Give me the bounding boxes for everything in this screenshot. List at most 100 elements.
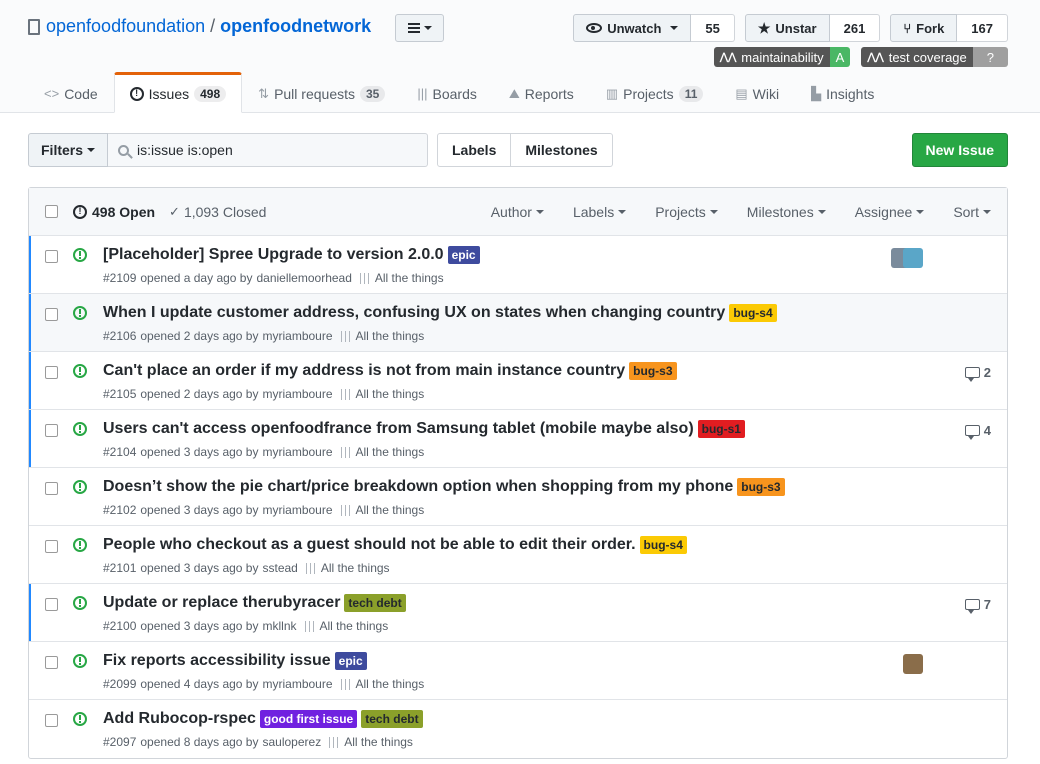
issue-label[interactable]: tech debt — [344, 594, 406, 612]
issue-milestone-link[interactable]: All the things — [320, 619, 389, 633]
issue-label[interactable]: bug-s4 — [729, 304, 777, 322]
new-issue-button[interactable]: New Issue — [911, 133, 1008, 167]
issue-row[interactable]: Add Rubocop-rspec good first issue tech de… — [29, 700, 1007, 758]
tab-reports[interactable]: ⛰ Reports — [493, 72, 590, 113]
issue-author-link[interactable]: myriamboure — [262, 677, 332, 691]
issue-milestone-link[interactable]: All the things — [356, 387, 425, 401]
issue-checkbox[interactable] — [45, 598, 58, 611]
issue-label[interactable]: bug-s4 — [639, 536, 687, 554]
fork-button[interactable]: ⑂ Fork — [890, 14, 958, 42]
avatar[interactable] — [903, 654, 923, 674]
issue-checkbox[interactable] — [45, 656, 58, 669]
labels-button[interactable]: Labels — [437, 133, 512, 167]
issue-milestone-link[interactable]: All the things — [356, 677, 425, 691]
issue-opened-icon — [73, 480, 87, 494]
milestones-button[interactable]: Milestones — [511, 133, 613, 167]
issue-title-link[interactable]: Update or replace therubyracer — [103, 594, 340, 612]
labels-filter[interactable]: Labels — [573, 204, 627, 220]
issue-row[interactable]: Fix reports accessibility issue epic #209… — [29, 642, 1007, 700]
issue-title-link[interactable]: People who checkout as a guest should no… — [103, 536, 636, 554]
issue-label[interactable]: epic — [334, 652, 367, 670]
comment-icon — [964, 599, 980, 614]
issue-title-link[interactable]: Fix reports accessibility issue — [103, 652, 331, 670]
issue-checkbox[interactable] — [45, 366, 58, 379]
repo-menu-button[interactable] — [395, 14, 444, 42]
tab-wiki[interactable]: ▤ Wiki — [719, 72, 795, 113]
issue-label[interactable]: tech debt — [361, 710, 423, 728]
issue-row[interactable]: When I update customer address, confusin… — [29, 294, 1007, 352]
projects-filter[interactable]: Projects — [655, 204, 718, 220]
issue-milestone-link[interactable]: All the things — [356, 329, 425, 343]
maintainability-badge[interactable]: ⋀⋀ maintainability A — [713, 47, 851, 67]
issue-milestone-link[interactable]: All the things — [356, 445, 425, 459]
test-coverage-badge[interactable]: ⋀⋀ test coverage ? — [861, 47, 1008, 67]
issue-label[interactable]: bug-s1 — [697, 420, 745, 438]
issue-label[interactable]: bug-s3 — [629, 362, 677, 380]
issue-title-link[interactable]: Can't place an order if my address is no… — [103, 362, 625, 380]
closed-issues-link[interactable]: ✓ 1,093 Closed — [169, 204, 266, 220]
issue-milestone-link[interactable]: All the things — [344, 735, 413, 749]
open-issues-link[interactable]: ! 498 Open — [73, 204, 155, 220]
issue-title-line: Users can't access openfoodfrance from S… — [103, 420, 745, 438]
issue-milestone-link[interactable]: All the things — [375, 271, 444, 285]
issue-author-link[interactable]: myriamboure — [262, 503, 332, 517]
issue-author-link[interactable]: sstead — [262, 561, 297, 575]
issue-checkbox[interactable] — [45, 308, 58, 321]
issue-row[interactable]: Can't place an order if my address is no… — [29, 352, 1007, 410]
avatar[interactable] — [903, 248, 923, 268]
issue-checkbox[interactable] — [45, 540, 58, 553]
issue-row[interactable]: [Placeholder] Spree Upgrade to version 2… — [29, 236, 1007, 294]
issue-opened-icon — [73, 306, 87, 320]
comments-link[interactable]: 7 — [964, 597, 991, 614]
issue-author-link[interactable]: daniellemoorhead — [256, 271, 351, 285]
issue-checkbox[interactable] — [45, 714, 58, 727]
tab-projects[interactable]: ▥ Projects 11 — [590, 72, 720, 113]
issue-row[interactable]: Users can't access openfoodfrance from S… — [29, 410, 1007, 468]
issue-milestone-link[interactable]: All the things — [321, 561, 390, 575]
issue-author-link[interactable]: myriamboure — [262, 329, 332, 343]
tab-code[interactable]: <> Code — [28, 72, 114, 113]
milestones-filter[interactable]: Milestones — [747, 204, 826, 220]
comments-link[interactable]: 4 — [964, 423, 991, 440]
issue-row[interactable]: People who checkout as a guest should no… — [29, 526, 1007, 584]
tab-label: Pull requests — [274, 85, 355, 102]
search-input[interactable]: is:issue is:open — [108, 133, 429, 167]
select-all-checkbox[interactable] — [45, 205, 58, 218]
issue-checkbox[interactable] — [45, 482, 58, 495]
issue-label[interactable]: epic — [447, 246, 480, 264]
eye-icon — [586, 23, 603, 33]
issue-label[interactable]: bug-s3 — [737, 478, 785, 496]
issue-author-link[interactable]: myriamboure — [262, 445, 332, 459]
filters-group: Filters is:issue is:open — [28, 133, 429, 167]
issue-author-link[interactable]: sauloperez — [262, 735, 321, 749]
issue-title-link[interactable]: Doesn’t show the pie chart/price breakdo… — [103, 478, 733, 496]
issue-label[interactable]: good first issue — [259, 710, 358, 728]
tab-pull-requests[interactable]: ⇅ Pull requests 35 — [242, 72, 401, 113]
stargazers-count[interactable]: 261 — [829, 14, 881, 42]
repo-name-link[interactable]: openfoodnetwork — [220, 16, 371, 37]
filters-button[interactable]: Filters — [28, 133, 109, 167]
issue-row[interactable]: Update or replace therubyracer tech debt … — [29, 584, 1007, 642]
issue-row[interactable]: Doesn’t show the pie chart/price breakdo… — [29, 468, 1007, 526]
author-filter[interactable]: Author — [491, 204, 544, 220]
issue-checkbox[interactable] — [45, 424, 58, 437]
tab-boards[interactable]: ||| Boards — [401, 72, 493, 113]
unstar-button[interactable]: ★ Unstar — [744, 14, 830, 42]
unwatch-button[interactable]: Unwatch — [573, 14, 692, 42]
issue-milestone-link[interactable]: All the things — [356, 503, 425, 517]
repo-owner-link[interactable]: openfoodfoundation — [46, 16, 205, 37]
watchers-count[interactable]: 55 — [691, 14, 735, 42]
assignee-filter[interactable]: Assignee — [855, 204, 925, 220]
tab-insights[interactable]: ▙ Insights — [795, 72, 890, 113]
issue-title-link[interactable]: When I update customer address, confusin… — [103, 304, 725, 322]
tab-issues[interactable]: ! Issues 498 — [113, 72, 243, 113]
forks-count[interactable]: 167 — [957, 14, 1008, 42]
issue-author-link[interactable]: myriamboure — [262, 387, 332, 401]
issue-title-link[interactable]: [Placeholder] Spree Upgrade to version 2… — [103, 246, 444, 264]
issue-author-link[interactable]: mkllnk — [262, 619, 296, 633]
issue-checkbox[interactable] — [45, 250, 58, 263]
sort-filter[interactable]: Sort — [953, 204, 991, 220]
comments-link[interactable]: 2 — [964, 365, 991, 382]
issue-title-link[interactable]: Add Rubocop-rspec — [103, 710, 256, 728]
issue-title-link[interactable]: Users can't access openfoodfrance from S… — [103, 420, 694, 438]
